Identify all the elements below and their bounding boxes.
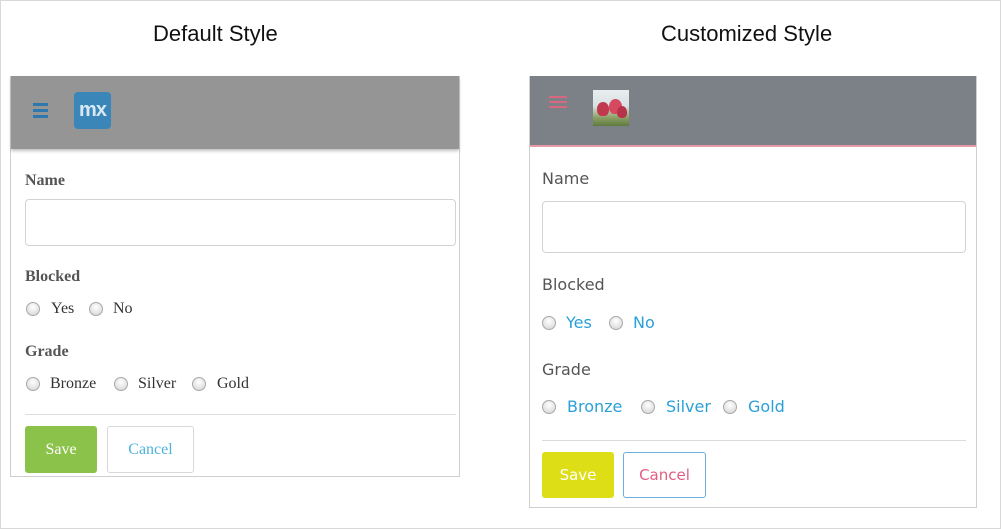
- option-label: Bronze: [567, 397, 623, 416]
- customized-style-panel: Name Blocked Yes No Grade Bronze Silver …: [529, 76, 977, 508]
- caption-default-style: Default Style: [153, 21, 278, 46]
- divider: [542, 440, 966, 441]
- name-label: Name: [25, 172, 65, 189]
- radio-button[interactable]: [542, 399, 556, 414]
- blocked-option-no[interactable]: No: [609, 313, 655, 332]
- radio-button[interactable]: [26, 377, 40, 391]
- blocked-option-yes[interactable]: Yes: [26, 300, 74, 318]
- default-header-bar: mx: [11, 76, 459, 149]
- default-style-panel: mx Name Blocked Yes No Grade Bronze Silv…: [10, 76, 460, 477]
- radio-button[interactable]: [641, 399, 655, 414]
- option-label: Yes: [51, 300, 75, 317]
- name-label: Name: [542, 169, 590, 188]
- option-label: No: [633, 313, 655, 332]
- option-label: Gold: [217, 375, 249, 392]
- radio-button[interactable]: [542, 315, 556, 330]
- caption-customized-style: Customized Style: [661, 21, 833, 46]
- grade-label: Grade: [25, 343, 69, 360]
- option-label: Yes: [566, 313, 592, 332]
- tulip-logo: [593, 90, 629, 126]
- radio-button[interactable]: [89, 302, 103, 316]
- radio-button[interactable]: [723, 399, 737, 414]
- option-label: No: [113, 300, 133, 317]
- radio-button[interactable]: [609, 315, 623, 330]
- menu-icon[interactable]: [33, 103, 48, 118]
- radio-button[interactable]: [192, 377, 206, 391]
- option-label: Gold: [748, 397, 785, 416]
- radio-button[interactable]: [114, 377, 128, 391]
- grade-label: Grade: [542, 360, 591, 379]
- option-label: Bronze: [50, 375, 97, 392]
- divider: [25, 414, 456, 415]
- menu-icon[interactable]: [549, 96, 567, 108]
- cancel-button[interactable]: Cancel: [623, 452, 706, 498]
- option-label: Silver: [138, 375, 177, 392]
- blocked-label: Blocked: [542, 275, 605, 294]
- grade-option-bronze[interactable]: Bronze: [542, 397, 622, 416]
- option-label: Silver: [666, 397, 711, 416]
- cancel-button[interactable]: Cancel: [107, 426, 194, 473]
- name-input[interactable]: [25, 199, 456, 246]
- grade-option-gold[interactable]: Gold: [192, 375, 249, 393]
- grade-option-silver[interactable]: Silver: [114, 375, 176, 393]
- save-button[interactable]: Save: [25, 426, 97, 473]
- grade-option-silver[interactable]: Silver: [641, 397, 711, 416]
- blocked-option-yes[interactable]: Yes: [542, 313, 592, 332]
- radio-button[interactable]: [26, 302, 40, 316]
- grade-option-gold[interactable]: Gold: [723, 397, 785, 416]
- save-button[interactable]: Save: [542, 452, 614, 498]
- mendix-logo: mx: [74, 92, 111, 129]
- name-input[interactable]: [542, 201, 966, 253]
- custom-header-bar: [530, 76, 976, 147]
- grade-option-bronze[interactable]: Bronze: [26, 375, 96, 393]
- blocked-label: Blocked: [25, 268, 81, 285]
- blocked-option-no[interactable]: No: [89, 300, 133, 318]
